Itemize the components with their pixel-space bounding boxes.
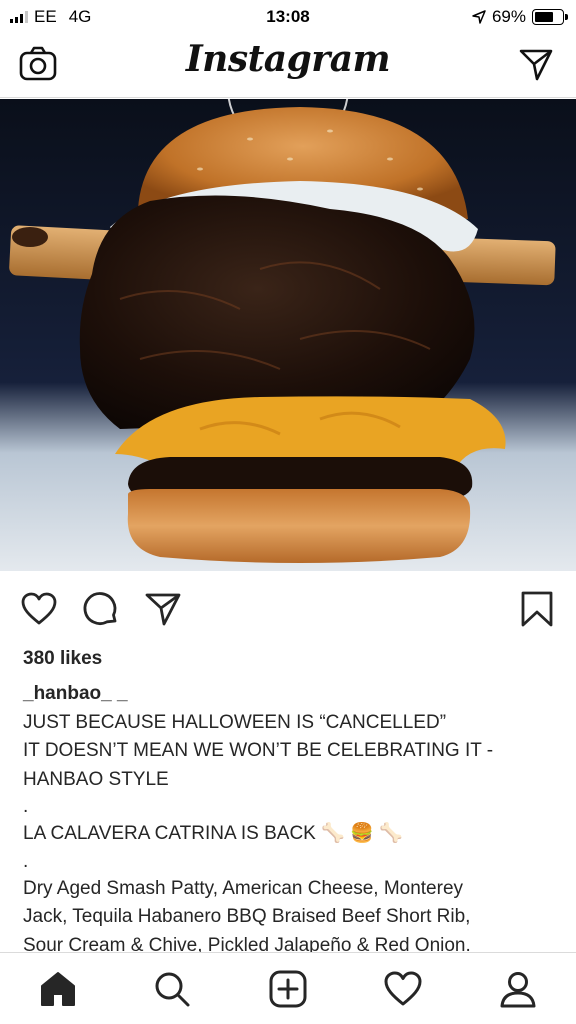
caption-line: . [23,850,29,872]
app-header: Instagram [0,34,576,98]
status-right: 69% [472,7,568,27]
caption-line: IT DOESN’T MEAN WE WON’T BE CELEBRATING … [23,740,494,761]
new-post-icon[interactable] [268,969,308,1009]
caption-line: LA CALAVERA CATRINA IS BACK 🦴 🍔 🦴 [23,823,403,844]
location-arrow-icon [472,10,486,24]
post-actions [0,586,576,634]
profile-icon[interactable] [498,969,538,1009]
caption-line: . [23,796,29,817]
direct-message-icon[interactable] [518,46,554,82]
burger-photo [0,99,576,571]
post-photo[interactable] [0,99,576,571]
caption-line: Jack, Tequila Habanero BBQ Braised Beef … [23,906,471,927]
bottom-navigation [0,952,576,1024]
post-caption: _hanbao_ _ JUST BECAUSE HALLOWEEN IS “CA… [23,680,558,960]
bookmark-icon[interactable] [518,590,556,628]
like-count[interactable]: 380 likes [23,648,102,670]
heart-icon[interactable] [20,590,58,628]
share-icon[interactable] [144,590,182,628]
caption-line: Dry Aged Smash Patty, American Cheese, M… [23,877,464,899]
battery-icon [532,9,568,25]
post-username[interactable]: _hanbao_ _ [23,683,128,704]
instagram-logo[interactable]: Instagram [0,38,576,80]
battery-percent: 69% [491,7,526,26]
caption-line: JUST BECAUSE HALLOWEEN IS “CANCELLED” [23,711,447,733]
status-bar: EE 4G 13:08 69% [0,0,576,34]
comment-icon[interactable] [82,590,120,628]
activity-heart-icon[interactable] [383,969,423,1009]
search-icon[interactable] [152,969,192,1009]
caption-line: HANBAO STYLE [23,768,169,790]
home-icon[interactable] [38,969,78,1009]
